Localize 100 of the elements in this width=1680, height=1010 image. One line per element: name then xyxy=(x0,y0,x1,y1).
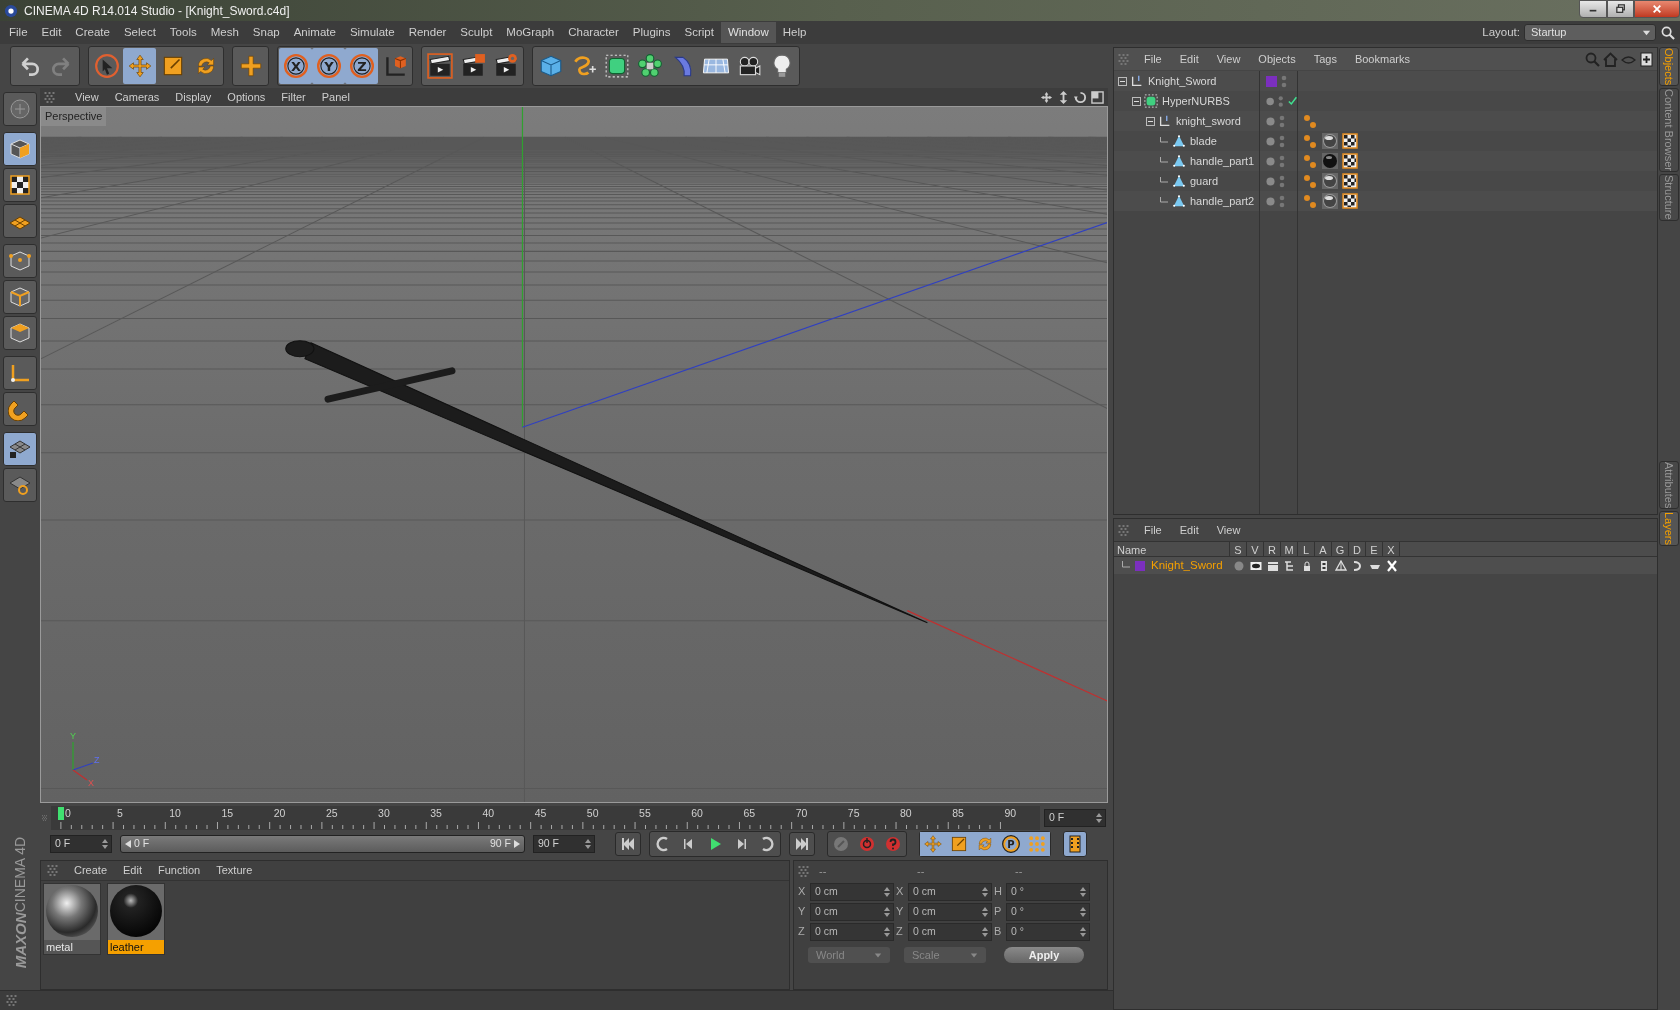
end-frame-field[interactable]: 90 F xyxy=(533,835,595,853)
maximize-view-icon[interactable] xyxy=(1091,90,1104,104)
menu-item[interactable]: Tags xyxy=(1304,50,1346,68)
menu-item[interactable]: Render xyxy=(401,22,454,43)
tool-button[interactable] xyxy=(3,280,37,314)
layout-dropdown[interactable]: Startup xyxy=(1524,24,1656,41)
checkerboard-tag-icon[interactable] xyxy=(1342,133,1358,149)
visibility-dots-icon[interactable] xyxy=(1279,194,1285,208)
visibility-dots-icon[interactable] xyxy=(1279,174,1285,188)
visibility-dots-icon[interactable] xyxy=(1279,114,1285,128)
tree-row[interactable]: knight_sword xyxy=(1114,111,1657,131)
eye-icon[interactable] xyxy=(1249,559,1262,572)
menu-item[interactable]: Help xyxy=(775,22,814,43)
layer-row[interactable]: Knight_Sword xyxy=(1114,557,1657,574)
phong-tag-icon[interactable] xyxy=(1302,133,1318,149)
menu-item[interactable]: File xyxy=(1135,521,1171,539)
column-header[interactable]: L xyxy=(1298,542,1315,556)
tool-button[interactable] xyxy=(3,204,37,238)
material-tag-icon[interactable] xyxy=(1322,153,1338,169)
menu-item[interactable]: Plugins xyxy=(625,22,678,43)
apply-button[interactable]: Apply xyxy=(1004,947,1084,963)
solo-dot-icon[interactable] xyxy=(1232,559,1245,572)
current-frame-field[interactable]: 0 F xyxy=(1044,809,1106,827)
input-field[interactable]: 0 cm xyxy=(810,922,894,941)
orbit-icon[interactable] xyxy=(1074,90,1087,104)
menu-item[interactable]: File xyxy=(2,22,35,43)
menu-item[interactable]: Options xyxy=(219,88,274,106)
start-frame-field[interactable]: 0 F xyxy=(50,835,112,853)
maximize-button[interactable] xyxy=(1607,0,1634,18)
checkerboard-tag-icon[interactable] xyxy=(1342,153,1358,169)
menu-item[interactable]: Animate xyxy=(286,22,343,43)
phong-tag-icon[interactable] xyxy=(1302,153,1318,169)
tool-button[interactable] xyxy=(3,316,37,350)
tree-row[interactable]: Knight_Sword xyxy=(1114,71,1657,91)
phong-tag-icon[interactable] xyxy=(1302,173,1318,189)
tree-row[interactable]: handle_part2 xyxy=(1114,191,1657,211)
column-header[interactable]: X xyxy=(1383,542,1400,556)
menu-item[interactable]: Window xyxy=(720,22,776,43)
input-field[interactable]: 0 ° xyxy=(1006,922,1090,941)
menu-item[interactable]: Function xyxy=(150,862,209,879)
column-header[interactable]: G xyxy=(1332,542,1349,556)
phong-tag-icon[interactable] xyxy=(1302,113,1318,129)
clapperboard-icon[interactable] xyxy=(1266,559,1279,572)
visibility-dots-icon[interactable] xyxy=(1281,74,1287,88)
column-header[interactable]: A xyxy=(1315,542,1332,556)
go-to-end-button[interactable] xyxy=(789,832,815,856)
minimize-button[interactable] xyxy=(1579,0,1607,18)
input-field[interactable]: 0 ° xyxy=(1006,882,1090,901)
menu-item[interactable]: Objects xyxy=(1249,50,1305,68)
input-field[interactable]: 0 cm xyxy=(908,882,992,901)
menu-item[interactable]: Cameras xyxy=(106,88,168,106)
tree-row[interactable]: handle_part1 xyxy=(1114,151,1657,171)
material-thumbnail[interactable]: metal xyxy=(43,883,101,955)
phong-tag-icon[interactable] xyxy=(1302,193,1318,209)
menu-item[interactable]: Edit xyxy=(34,22,69,43)
side-tab[interactable]: Layers xyxy=(1659,511,1679,547)
menu-item[interactable]: Script xyxy=(677,22,721,43)
new-panel-icon[interactable] xyxy=(1639,51,1654,67)
collapse-toggle-icon[interactable] xyxy=(1146,116,1155,126)
input-field[interactable]: 0 ° xyxy=(1006,902,1090,921)
menu-item[interactable]: Select xyxy=(116,22,163,43)
menu-item[interactable]: File xyxy=(1135,50,1171,68)
column-header[interactable]: D xyxy=(1349,542,1366,556)
menu-item[interactable]: Edit xyxy=(1170,521,1208,539)
material-thumbnail[interactable]: leather xyxy=(107,883,165,955)
material-tag-icon[interactable] xyxy=(1322,133,1338,149)
tool-button[interactable] xyxy=(3,132,37,166)
close-button[interactable] xyxy=(1634,0,1680,18)
collapse-toggle-icon[interactable] xyxy=(1132,96,1141,106)
menu-item[interactable]: Edit xyxy=(115,862,150,879)
tool-button[interactable] xyxy=(3,244,37,278)
menu-item[interactable]: Display xyxy=(167,88,220,106)
visibility-dots-icon[interactable] xyxy=(1278,94,1284,108)
search-icon[interactable] xyxy=(1661,25,1675,40)
column-header[interactable]: S xyxy=(1230,542,1247,556)
checkerboard-tag-icon[interactable] xyxy=(1342,173,1358,189)
collapse-toggle-icon[interactable] xyxy=(1118,76,1127,86)
menu-item[interactable]: Texture xyxy=(208,862,261,879)
input-field[interactable]: 0 cm xyxy=(908,902,992,921)
menu-item[interactable]: Create xyxy=(66,862,116,879)
pan-icon[interactable] xyxy=(1040,90,1053,104)
column-header[interactable]: Name xyxy=(1114,542,1230,556)
tool-button[interactable] xyxy=(3,432,37,466)
column-header[interactable]: R xyxy=(1264,542,1281,556)
go-to-start-button[interactable] xyxy=(615,832,641,856)
menu-item[interactable]: Tools xyxy=(162,22,204,43)
visibility-dots-icon[interactable] xyxy=(1279,154,1285,168)
input-field[interactable]: 0 cm xyxy=(810,902,894,921)
menu-item[interactable]: View xyxy=(1207,521,1250,539)
menu-item[interactable]: View xyxy=(1207,50,1250,68)
menu-item[interactable]: Bookmarks xyxy=(1345,50,1419,68)
side-tab[interactable]: Objects xyxy=(1659,47,1679,87)
material-tag-icon[interactable] xyxy=(1322,173,1338,189)
column-header[interactable]: M xyxy=(1281,542,1298,556)
menu-item[interactable]: Snap xyxy=(245,22,287,43)
menu-item[interactable]: Edit xyxy=(1170,50,1208,68)
timeline-window-button[interactable] xyxy=(1063,831,1087,857)
enabled-check-icon[interactable] xyxy=(1287,96,1297,106)
input-field[interactable]: 0 cm xyxy=(908,922,992,941)
checkerboard-tag-icon[interactable] xyxy=(1342,193,1358,209)
